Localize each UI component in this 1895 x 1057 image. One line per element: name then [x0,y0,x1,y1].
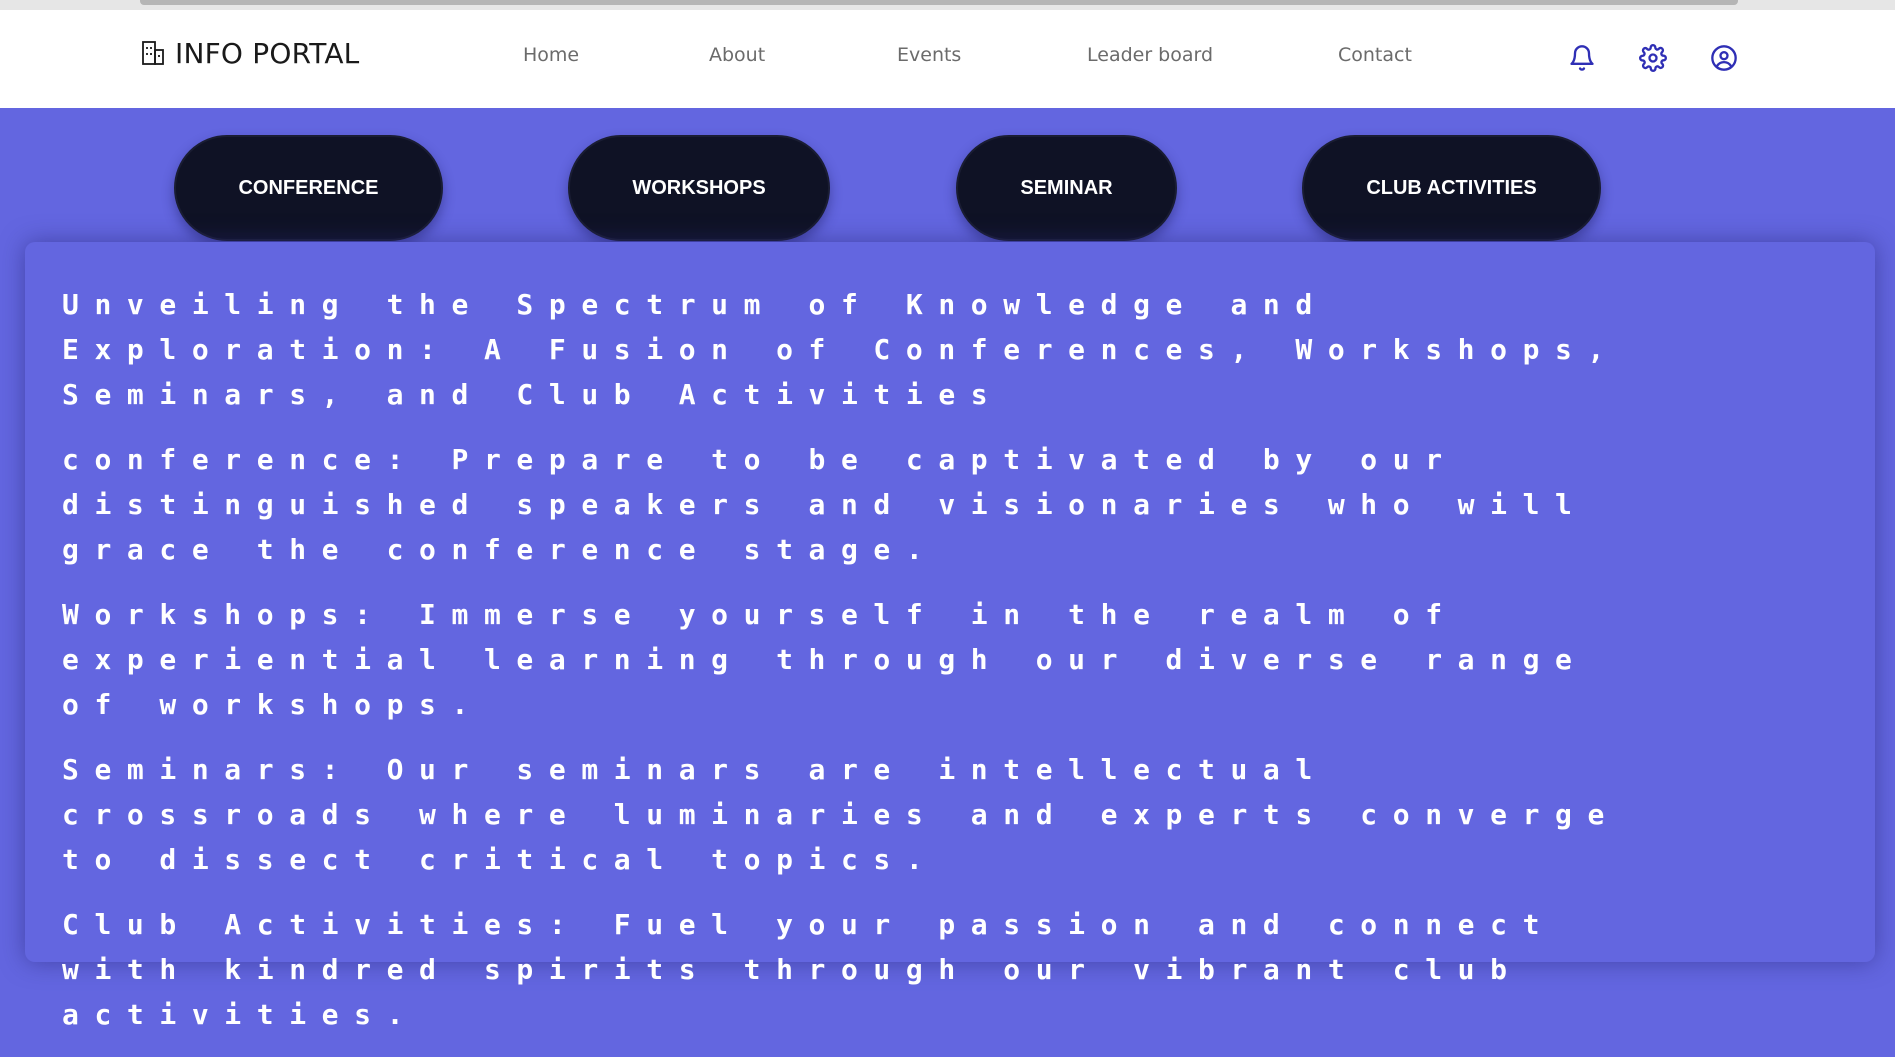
content-text: Unveiling the Spectrum of Knowledge and … [62,282,1622,1057]
seminars-paragraph: Seminars: Our seminars are intellectual … [62,753,1620,876]
nav-contact[interactable]: Contact [1338,44,1412,66]
browser-top-strip [0,0,1895,10]
building-icon [141,40,167,68]
user-circle-icon[interactable] [1709,43,1739,73]
workshops-paragraph: Workshops: Immerse yourself in the realm… [62,598,1588,721]
nav-events[interactable]: Events [897,44,961,66]
nav-about[interactable]: About [709,44,765,66]
seminar-button[interactable]: SEMINAR [956,135,1177,241]
nav-leader-board[interactable]: Leader board [1087,44,1213,66]
workshops-button[interactable]: WORKSHOPS [568,135,830,241]
gear-icon[interactable] [1638,43,1668,73]
top-navbar: INFO PORTAL Home About Events Leader boa… [0,10,1895,108]
club-activities-button[interactable]: CLUB ACTIVITIES [1302,135,1601,241]
horizontal-scrollbar[interactable] [140,0,1738,5]
club-activities-paragraph: Club Activities: Fuel your passion and c… [62,908,1556,1031]
brand[interactable]: INFO PORTAL [141,37,359,70]
conference-paragraph: conference: Prepare to be captivated by … [62,443,1588,566]
bell-icon[interactable] [1567,43,1597,73]
conference-button[interactable]: CONFERENCE [174,135,443,241]
brand-name: INFO PORTAL [175,37,360,70]
content-heading: Unveiling the Spectrum of Knowledge and … [62,288,1620,411]
nav-home[interactable]: Home [523,44,579,66]
